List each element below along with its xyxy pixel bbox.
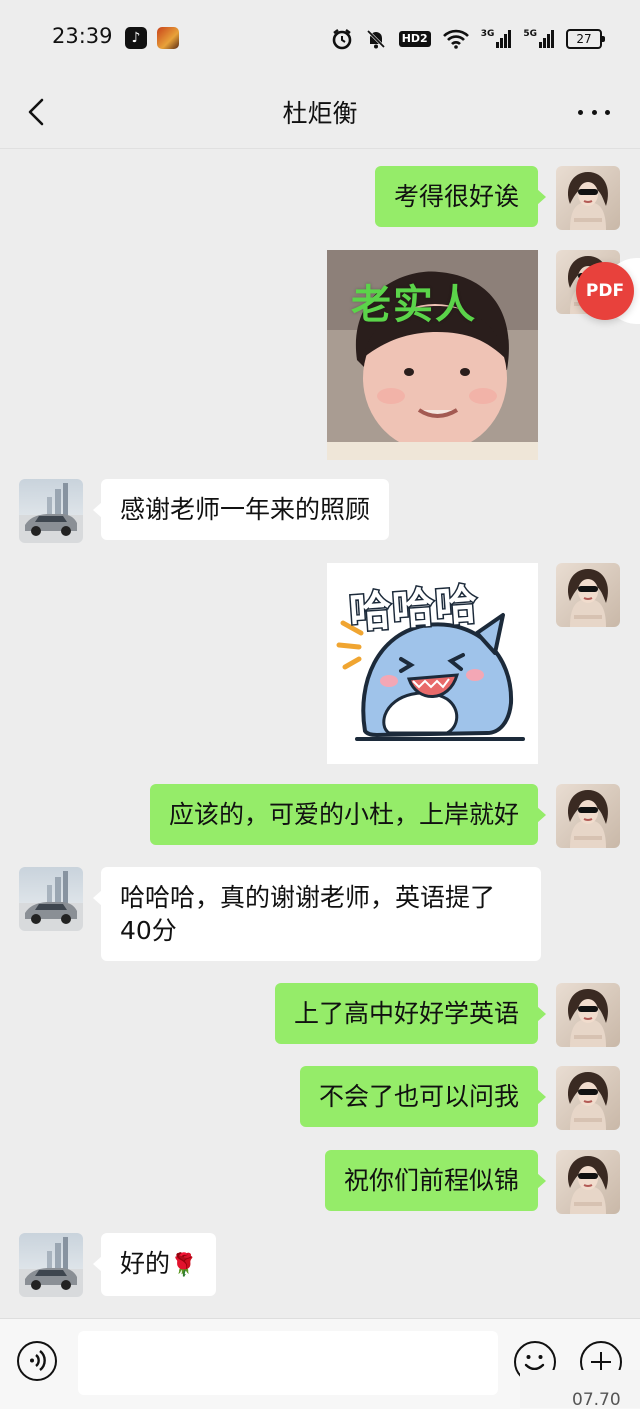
message-text: 祝你们前程似锦 bbox=[343, 1166, 519, 1195]
message-text: 感谢老师一年来的照顾 bbox=[120, 495, 371, 524]
message-bubble-received[interactable]: 哈哈哈，真的谢谢老师，英语提了40分 bbox=[93, 867, 541, 961]
more-button[interactable] bbox=[578, 96, 610, 128]
battery-icon: 27 bbox=[566, 29, 605, 49]
pdf-floating-button[interactable]: PDF bbox=[576, 262, 634, 320]
mute-icon bbox=[366, 29, 385, 49]
partial-timestamp-overlay: 07.70 bbox=[520, 1370, 640, 1408]
message-bubble-sent[interactable]: 应该的，可爱的小杜，上岸就好 bbox=[149, 784, 547, 845]
status-time: 23:39 bbox=[52, 24, 113, 48]
sticker-message[interactable]: 老实人 bbox=[327, 250, 538, 460]
message-text: 上了高中好好学英语 bbox=[293, 999, 519, 1028]
more-dot bbox=[605, 109, 610, 115]
game-icon bbox=[157, 27, 179, 49]
message-text: 应该的，可爱的小杜，上岸就好 bbox=[168, 800, 519, 829]
message-input[interactable] bbox=[78, 1331, 498, 1395]
message-bubble-sent[interactable]: 上了高中好好学英语 bbox=[274, 983, 547, 1044]
my-avatar[interactable] bbox=[556, 563, 620, 627]
voice-wave-icon bbox=[30, 1350, 46, 1371]
message-text: 考得很好诶 bbox=[393, 182, 519, 211]
message-bubble-received[interactable]: 好的🌹 bbox=[92, 1233, 217, 1296]
my-avatar[interactable] bbox=[556, 983, 620, 1047]
my-avatar[interactable] bbox=[556, 166, 620, 230]
my-avatar[interactable] bbox=[556, 784, 620, 848]
message-text: 哈哈哈，真的谢谢老师，英语提了40分 bbox=[120, 883, 496, 945]
system-icons: HD2 3G 5G 27 bbox=[331, 26, 605, 52]
signal-icon-2: 5G bbox=[523, 30, 554, 48]
wifi-icon bbox=[442, 29, 469, 49]
more-dot bbox=[578, 109, 583, 115]
message-bubble-received[interactable]: 感谢老师一年来的照顾 bbox=[92, 479, 390, 540]
more-dot bbox=[591, 109, 597, 115]
message-text: 好的 bbox=[120, 1249, 171, 1278]
tiktok-icon: ♪ bbox=[125, 27, 147, 49]
status-bar: 23:39 ♪ HD2 3G 5G 27 bbox=[0, 0, 640, 76]
contact-avatar[interactable] bbox=[19, 867, 83, 931]
chat-header: 杜炬衡 bbox=[0, 76, 640, 149]
message-text: 不会了也可以问我 bbox=[318, 1082, 519, 1111]
message-bubble-sent[interactable]: 祝你们前程似锦 bbox=[324, 1150, 547, 1211]
rose-emoji: 🌹 bbox=[170, 1253, 198, 1278]
sticker-caption: 老实人 bbox=[351, 282, 477, 328]
signal-icon: 3G bbox=[481, 30, 512, 48]
alarm-icon bbox=[332, 29, 351, 50]
chat-title: 杜炬衡 bbox=[282, 99, 358, 128]
sticker-message[interactable]: 哈哈哈 bbox=[327, 563, 538, 764]
voice-input-button[interactable] bbox=[17, 1341, 57, 1381]
hd-icon: HD2 bbox=[398, 31, 431, 47]
message-bubble-sent[interactable]: 考得很好诶 bbox=[374, 166, 547, 227]
contact-avatar[interactable] bbox=[19, 1233, 83, 1297]
sticker-caption: 哈哈哈 bbox=[346, 578, 481, 639]
contact-avatar[interactable] bbox=[19, 479, 83, 543]
message-bubble-sent[interactable]: 不会了也可以问我 bbox=[299, 1066, 547, 1127]
my-avatar[interactable] bbox=[556, 1150, 620, 1214]
my-avatar[interactable] bbox=[556, 1066, 620, 1130]
